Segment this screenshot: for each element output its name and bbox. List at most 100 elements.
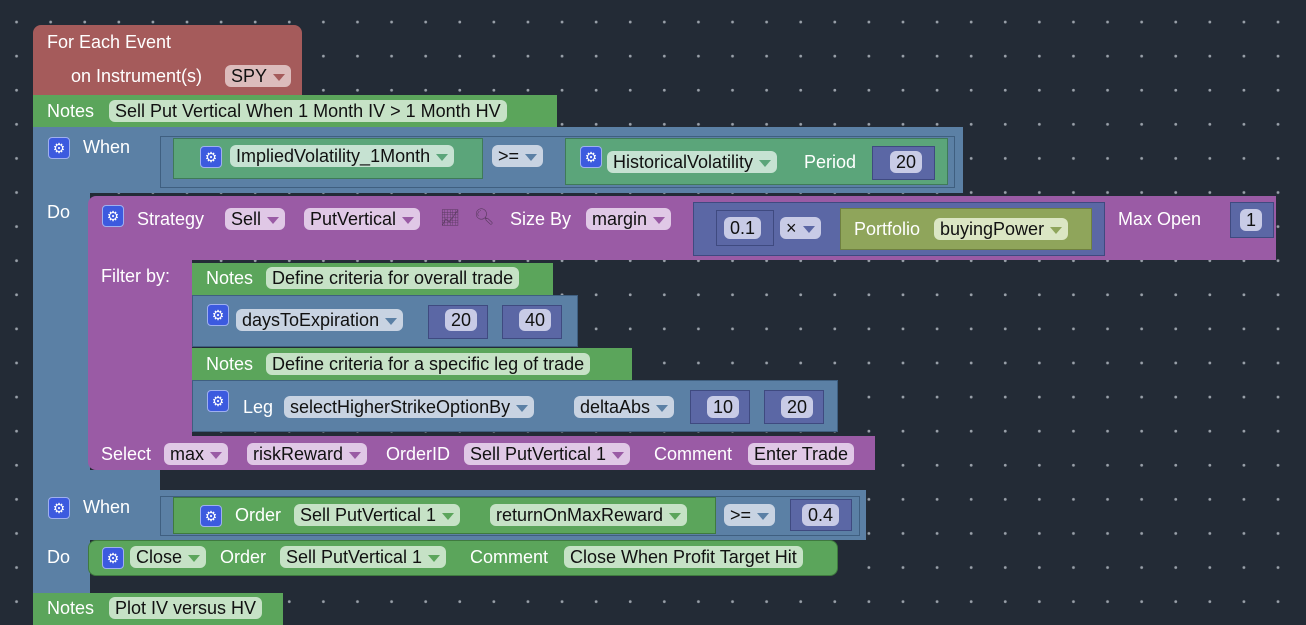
size-by-label: Size By (510, 209, 572, 229)
iv-value: ImpliedVolatility_1Month (236, 146, 431, 166)
select-label: Select (101, 444, 152, 464)
operator-value: >= (498, 146, 520, 166)
dropdown-arrow-icon (428, 554, 441, 562)
threshold-field[interactable]: 0.4 (802, 504, 840, 526)
select-metric-value: riskReward (253, 444, 344, 464)
dte-value: daysToExpiration (242, 310, 380, 330)
comment-field[interactable]: Close When Profit Target Hit (564, 546, 803, 568)
comment-label: Comment (470, 547, 549, 567)
gear-icon[interactable]: ⚙ (207, 304, 229, 326)
dropdown-arrow-icon (210, 451, 223, 459)
mult-op-value: × (786, 218, 797, 238)
size-by-dropdown[interactable]: margin (586, 208, 672, 230)
notes-label: Notes (47, 101, 95, 121)
period-label: Period (804, 152, 857, 172)
comment-label: Comment (654, 444, 733, 464)
size-by-value: margin (592, 209, 648, 229)
dte-min-field[interactable]: 20 (445, 309, 478, 331)
gear-icon[interactable]: ⚙ (200, 505, 222, 527)
do-label: Do (47, 202, 71, 222)
instrument-dropdown[interactable]: SPY (225, 65, 292, 87)
hv-dropdown[interactable]: HistoricalVolatility (607, 151, 778, 173)
order-value: Sell PutVertical 1 (300, 505, 437, 525)
dropdown-arrow-icon (267, 216, 280, 224)
gear-icon[interactable]: ⚙ (102, 205, 124, 227)
dropdown-arrow-icon (442, 512, 455, 520)
chart-icon[interactable]: 📈︎ (440, 208, 460, 228)
order-label: Order (220, 547, 267, 567)
dropdown-arrow-icon (653, 216, 666, 224)
do-label: Do (47, 547, 71, 567)
when-block-do-arm (33, 190, 90, 490)
agg-value: max (170, 444, 205, 464)
when-label: When (83, 137, 131, 157)
portfolio-label: Portfolio (854, 219, 921, 239)
select-metric-dropdown[interactable]: riskReward (247, 443, 368, 465)
portfolio-field-dropdown[interactable]: buyingPower (934, 218, 1069, 240)
leg-selector-value: selectHigherStrikeOptionBy (290, 397, 511, 417)
gear-icon[interactable]: ⚙ (580, 146, 602, 168)
notes-text-field[interactable]: Define criteria for overall trade (266, 267, 520, 289)
gear-icon[interactable]: ⚙ (102, 547, 124, 569)
leg-selector-dropdown[interactable]: selectHigherStrikeOptionBy (284, 396, 535, 418)
close-order-dropdown[interactable]: Sell PutVertical 1 (280, 546, 447, 568)
type-value: PutVertical (310, 209, 397, 229)
order-metric-dropdown[interactable]: returnOnMaxReward (490, 504, 688, 526)
order-id-dropdown[interactable]: Sell PutVertical 1 (464, 443, 631, 465)
gear-icon[interactable]: ⚙ (207, 390, 229, 412)
iv-dropdown[interactable]: ImpliedVolatility_1Month (230, 145, 455, 167)
filter-by-label: Filter by: (101, 266, 171, 286)
dropdown-arrow-icon (188, 554, 201, 562)
action-dropdown[interactable]: Close (130, 546, 207, 568)
leg-label: Leg (243, 397, 274, 417)
gear-icon[interactable]: ⚙ (200, 146, 222, 168)
instrument-value: SPY (231, 66, 268, 86)
operator-dropdown[interactable]: >= (724, 504, 776, 526)
max-open-field[interactable]: 1 (1240, 209, 1263, 231)
dropdown-arrow-icon (802, 225, 815, 233)
comment-field[interactable]: Enter Trade (748, 443, 855, 465)
dropdown-arrow-icon (273, 73, 286, 81)
order-label: Order (235, 505, 282, 525)
notes-label: Notes (206, 354, 254, 374)
strategy-label: Strategy (137, 209, 205, 229)
leg-max-field[interactable]: 20 (781, 396, 814, 418)
leg-metric-value: deltaAbs (580, 397, 651, 417)
action-value: Close (136, 547, 183, 567)
operator-dropdown[interactable]: >= (492, 145, 544, 167)
instrument-label: on Instrument(s) (71, 66, 203, 86)
dropdown-arrow-icon (402, 216, 415, 224)
dte-dropdown[interactable]: daysToExpiration (236, 309, 404, 331)
order-id-label: OrderID (386, 444, 451, 464)
side-dropdown[interactable]: Sell (225, 208, 286, 230)
dropdown-arrow-icon (1050, 226, 1063, 234)
max-open-label: Max Open (1118, 209, 1202, 229)
dropdown-arrow-icon (436, 153, 449, 161)
gear-icon[interactable]: ⚙ (48, 137, 70, 159)
chart-search-icon[interactable]: 🔍︎ (474, 207, 494, 227)
period-field[interactable]: 20 (890, 151, 923, 173)
notes-label: Notes (206, 268, 254, 288)
leg-min-field[interactable]: 10 (707, 396, 740, 418)
factor-field[interactable]: 0.1 (724, 217, 762, 239)
order-dropdown[interactable]: Sell PutVertical 1 (294, 504, 461, 526)
when-label: When (83, 497, 131, 517)
hv-value: HistoricalVolatility (613, 152, 754, 172)
dte-max-field[interactable]: 40 (519, 309, 552, 331)
notes-label: Notes (47, 598, 95, 618)
notes-text-field[interactable]: Plot IV versus HV (109, 597, 263, 619)
multiply-operator-dropdown[interactable]: × (780, 217, 821, 239)
select-agg-dropdown[interactable]: max (164, 443, 229, 465)
gear-icon[interactable]: ⚙ (48, 497, 70, 519)
notes-text-field[interactable]: Sell Put Vertical When 1 Month IV > 1 Mo… (109, 100, 507, 122)
dropdown-arrow-icon (656, 404, 669, 412)
dropdown-arrow-icon (349, 451, 362, 459)
leg-metric-dropdown[interactable]: deltaAbs (574, 396, 675, 418)
portfolio-field-value: buyingPower (940, 219, 1045, 239)
dropdown-arrow-icon (385, 317, 398, 325)
side-value: Sell (231, 209, 262, 229)
strategy-type-dropdown[interactable]: PutVertical (304, 208, 421, 230)
notes-text-field[interactable]: Define criteria for a specific leg of tr… (266, 353, 591, 375)
dropdown-arrow-icon (669, 512, 682, 520)
close-order-value: Sell PutVertical 1 (286, 547, 423, 567)
